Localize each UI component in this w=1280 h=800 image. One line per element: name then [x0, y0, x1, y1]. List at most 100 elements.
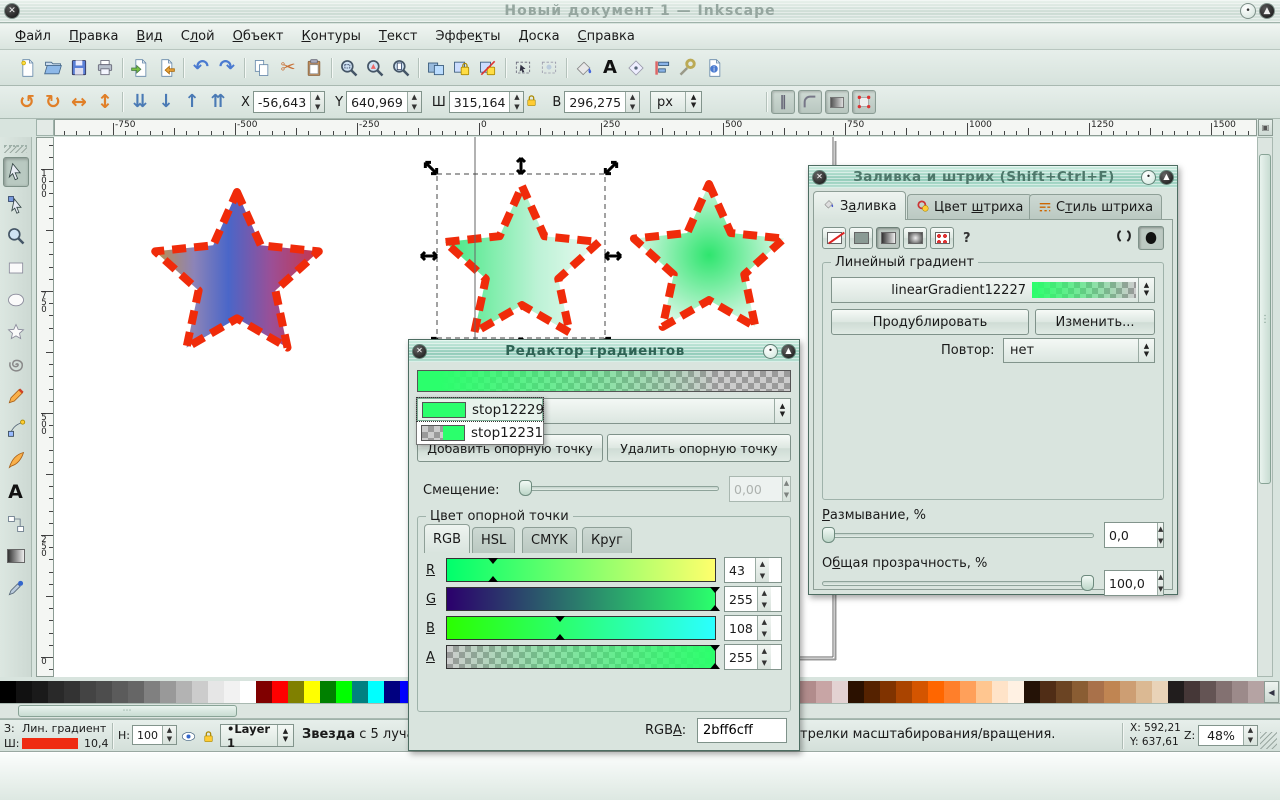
fill-type-pattern-icon[interactable]	[930, 227, 954, 249]
window-menu-icon[interactable]: ✕	[4, 3, 20, 19]
preferences-icon[interactable]	[675, 55, 701, 81]
fill-rule-evenodd-icon[interactable]	[1114, 226, 1134, 250]
color-tab-hsl[interactable]: HSL	[472, 527, 515, 553]
tool-node-editor-icon[interactable]	[3, 189, 29, 219]
channel-slider-A[interactable]	[446, 645, 716, 669]
palette-swatch[interactable]	[944, 681, 960, 703]
selection-handle[interactable]	[603, 160, 620, 177]
menu-слой[interactable]: Слой	[172, 26, 224, 47]
palette-swatch[interactable]	[864, 681, 880, 703]
fill-rule-nonzero-icon[interactable]	[1138, 226, 1164, 250]
horizontal-scroll-thumb[interactable]: ⋯	[18, 705, 237, 717]
master-opacity-spin-arrows[interactable]: ▲▼	[1157, 571, 1163, 595]
menu-объект[interactable]: Объект	[224, 26, 293, 47]
palette-swatch[interactable]	[64, 681, 80, 703]
palette-swatch[interactable]	[1024, 681, 1040, 703]
layer-lock-icon[interactable]	[198, 726, 218, 746]
palette-swatch[interactable]	[800, 681, 816, 703]
channel-spinbox-A[interactable]: 255▲▼	[724, 644, 782, 670]
palette-swatch[interactable]	[928, 681, 944, 703]
rotate-cw-icon[interactable]: ↻	[40, 89, 66, 115]
tool-dropper-icon[interactable]	[3, 573, 29, 603]
channel-slider-B[interactable]	[446, 616, 716, 640]
selection-handle[interactable]	[605, 252, 621, 260]
palette-swatch[interactable]	[992, 681, 1008, 703]
color-tab-rgb[interactable]: RGB	[424, 524, 470, 553]
stop-option-stop12229[interactable]: stop12229	[417, 398, 543, 421]
palette-swatch[interactable]	[1104, 681, 1120, 703]
clone-icon[interactable]	[449, 55, 475, 81]
ge-close-icon[interactable]: ✕	[412, 344, 427, 359]
channel-spinbox-B[interactable]: 108▲▼	[724, 615, 782, 641]
gradient-editor-titlebar[interactable]: ✕ Редактор градиентов • ▲	[409, 340, 799, 362]
layer-selector[interactable]: •Layer 1 ▲▼	[220, 724, 294, 747]
fs-close-icon[interactable]: ✕	[812, 170, 827, 185]
palette-swatch[interactable]	[1152, 681, 1168, 703]
palette-swatch[interactable]	[1120, 681, 1136, 703]
raise-icon[interactable]: ↑	[179, 89, 205, 115]
palette-swatch[interactable]	[160, 681, 176, 703]
menu-вид[interactable]: Вид	[127, 26, 171, 47]
fs-minimize-icon[interactable]: •	[1141, 170, 1156, 185]
offset-slider-thumb[interactable]	[519, 480, 532, 496]
palette-swatch[interactable]	[1040, 681, 1056, 703]
selection-handle[interactable]	[517, 158, 525, 174]
palette-swatch[interactable]	[32, 681, 48, 703]
palette-more-icon[interactable]: ◀	[1264, 681, 1279, 703]
palette-swatch[interactable]	[816, 681, 832, 703]
palette-swatch[interactable]	[320, 681, 336, 703]
delete-stop-button[interactable]: Удалить опорную точку	[607, 434, 791, 462]
star-shape-3[interactable]	[634, 184, 784, 327]
menu-правка[interactable]: Правка	[60, 26, 127, 47]
window-titlebar[interactable]: ✕ Новый документ 1 — Inkscape • ▲	[0, 0, 1280, 23]
offset-slider[interactable]	[519, 479, 719, 497]
fs-tab-1[interactable]: Заливка	[813, 191, 906, 220]
palette-swatch[interactable]	[144, 681, 160, 703]
palette-swatch[interactable]	[176, 681, 192, 703]
blur-spin-arrows[interactable]: ▲▼	[1157, 523, 1163, 547]
palette-swatch[interactable]	[48, 681, 64, 703]
fill-type-linear-icon[interactable]	[876, 227, 900, 249]
menu-файл[interactable]: Файл	[6, 26, 60, 47]
flip-vertical-icon[interactable]: ↕	[92, 89, 118, 115]
tool-zoom-icon[interactable]	[3, 221, 29, 251]
menu-доска[interactable]: Доска	[509, 26, 568, 47]
palette-swatch[interactable]	[960, 681, 976, 703]
align-icon[interactable]	[649, 55, 675, 81]
palette-swatch[interactable]	[1168, 681, 1184, 703]
print-icon[interactable]	[92, 55, 118, 81]
tool-calligraphy-icon[interactable]	[3, 445, 29, 475]
repeat-combo[interactable]: нет ▲▼	[1003, 338, 1155, 363]
layer-combo-arrows-icon[interactable]: ▲▼	[277, 725, 293, 746]
tool-selector-icon[interactable]	[3, 157, 29, 187]
tool-ellipse-icon[interactable]	[3, 285, 29, 315]
fill-type-none-icon[interactable]	[822, 227, 846, 249]
import-icon[interactable]	[127, 55, 153, 81]
fill-type-radial-icon[interactable]	[903, 227, 927, 249]
stop-option-stop12231[interactable]: stop12231	[417, 421, 543, 444]
coord-spinbox-Y[interactable]: 640,969▲▼	[346, 91, 422, 113]
palette-swatch[interactable]	[80, 681, 96, 703]
coord-spinbox-Ш[interactable]: 315,164▲▼	[449, 91, 525, 113]
vertical-scrollbar[interactable]: ▲ ⋮ ▲ ▼	[1257, 137, 1273, 677]
vertical-scroll-thumb[interactable]: ⋮	[1259, 154, 1271, 484]
move-patterns-toggle[interactable]	[852, 90, 876, 114]
color-tab-cmyk[interactable]: CMYK	[522, 527, 577, 553]
tool-rectangle-icon[interactable]	[3, 253, 29, 283]
raise-to-top-icon[interactable]: ⇈	[205, 89, 231, 115]
palette-swatch[interactable]	[1008, 681, 1024, 703]
zoom-selection-icon[interactable]	[336, 55, 362, 81]
palette-swatch[interactable]	[896, 681, 912, 703]
coord-spinbox-X[interactable]: -56,643▲▼	[253, 91, 325, 113]
palette-swatch[interactable]	[1200, 681, 1216, 703]
move-gradients-toggle[interactable]	[825, 90, 849, 114]
tool-star-icon[interactable]	[3, 317, 29, 347]
palette-swatch[interactable]	[112, 681, 128, 703]
open-icon[interactable]	[40, 55, 66, 81]
palette-swatch[interactable]	[1232, 681, 1248, 703]
channel-spinbox-G[interactable]: 255▲▼	[724, 586, 782, 612]
lower-icon[interactable]: ↓	[153, 89, 179, 115]
blur-slider-thumb[interactable]	[822, 527, 835, 543]
layer-visibility-eye-icon[interactable]	[178, 726, 198, 746]
opacity-spin-arrows[interactable]: ▲▼	[162, 726, 176, 744]
